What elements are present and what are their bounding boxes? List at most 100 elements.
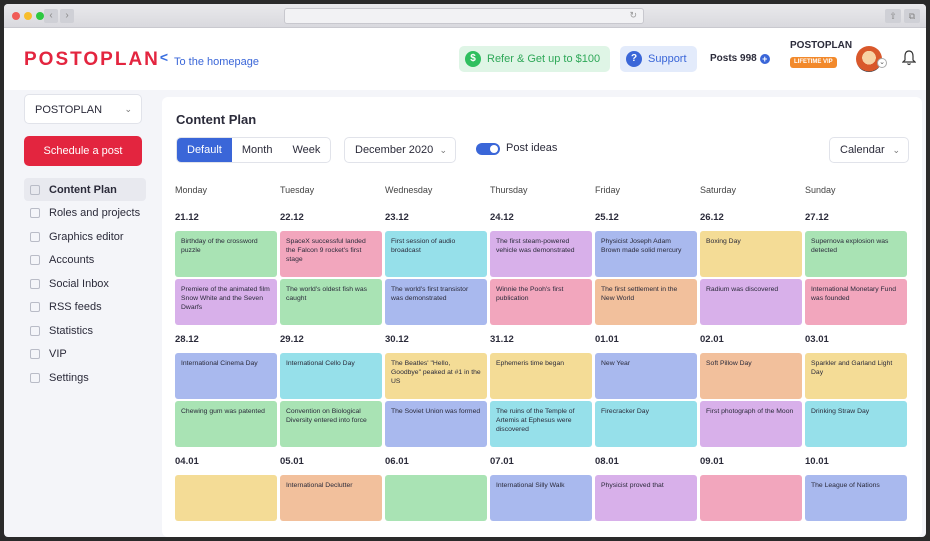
- post-idea-card[interactable]: International Cello Day: [280, 353, 382, 399]
- sidebar-item-social-inbox[interactable]: Social Inbox: [24, 272, 146, 295]
- post-idea-card[interactable]: Winnie the Pooh's first publication: [490, 279, 592, 325]
- post-idea-card[interactable]: The ruins of the Temple of Artemis at Ep…: [490, 401, 592, 447]
- sidebar-item-graphics-editor[interactable]: Graphics editor: [24, 225, 146, 248]
- weekday-label: Monday: [175, 185, 208, 195]
- post-idea-row: Chewing gum was patented Convention on Bi…: [175, 401, 910, 447]
- browser-toolbar: ‹ › ↻ ⇧ ⧉: [4, 4, 926, 28]
- date-label: 02.01: [700, 334, 724, 345]
- post-idea-card[interactable]: Sparkler and Garland Light Day: [805, 353, 907, 399]
- post-idea-card[interactable]: Convention on Biological Diversity enter…: [280, 401, 382, 447]
- post-idea-row: Premiere of the animated film Snow White…: [175, 279, 910, 325]
- date-label: 23.12: [385, 212, 409, 223]
- post-idea-card[interactable]: Firecracker Day: [595, 401, 697, 447]
- post-idea-card[interactable]: Supernova explosion was detected: [805, 231, 907, 277]
- post-idea-card[interactable]: International Monetary Fund was founded: [805, 279, 907, 325]
- tab-default[interactable]: Default: [177, 138, 232, 162]
- post-idea-card[interactable]: The Soviet Union was formed: [385, 401, 487, 447]
- tab-week[interactable]: Week: [282, 138, 330, 162]
- support-button[interactable]: ? Support: [620, 46, 697, 72]
- app-header: POSTOPLAN< To the homepage $ Refer & Get…: [4, 28, 926, 90]
- chevron-down-icon: ⌄: [892, 145, 900, 155]
- calendar-view-select[interactable]: Calendar ⌄: [829, 137, 909, 163]
- post-idea-card[interactable]: Radium was discovered: [700, 279, 802, 325]
- maximize-window-icon[interactable]: [36, 12, 44, 20]
- date-label: 24.12: [490, 212, 514, 223]
- tab-month[interactable]: Month: [232, 138, 283, 162]
- address-bar[interactable]: ↻: [284, 8, 644, 24]
- post-idea-card[interactable]: SpaceX successful landed the Falcon 9 ro…: [280, 231, 382, 277]
- post-idea-card[interactable]: The League of Nations: [805, 475, 907, 521]
- share-icon[interactable]: ⇧: [885, 9, 901, 23]
- date-label: 26.12: [700, 212, 724, 223]
- postoplan-logo[interactable]: POSTOPLAN<: [24, 49, 170, 71]
- post-idea-card[interactable]: International Silly Walk: [490, 475, 592, 521]
- schedule-post-button[interactable]: Schedule a post: [24, 136, 142, 166]
- post-idea-card[interactable]: [700, 475, 802, 521]
- post-idea-card[interactable]: [175, 475, 277, 521]
- refer-label: Refer & Get up to $100: [487, 53, 601, 65]
- weekday-label: Sunday: [805, 185, 836, 195]
- post-idea-card[interactable]: New Year: [595, 353, 697, 399]
- post-idea-card[interactable]: Soft Pillow Day: [700, 353, 802, 399]
- support-label: Support: [648, 53, 687, 65]
- post-idea-card[interactable]: International Declutter: [280, 475, 382, 521]
- workspace-select[interactable]: POSTOPLAN ⌄: [24, 94, 142, 124]
- post-ideas-toggle[interactable]: [476, 143, 500, 155]
- post-idea-card[interactable]: The first steam-powered vehicle was demo…: [490, 231, 592, 277]
- close-window-icon[interactable]: [12, 12, 20, 20]
- calendar-week: 21.12 22.12 23.12 24.12 25.12 26.12 27.12 Birth…: [175, 207, 910, 325]
- sidebar-item-rss-feeds[interactable]: RSS feeds: [24, 296, 146, 319]
- month-label: December 2020: [355, 144, 434, 156]
- post-idea-card[interactable]: [385, 475, 487, 521]
- date-label: 09.01: [700, 456, 724, 467]
- tabs-icon[interactable]: ⧉: [904, 9, 920, 23]
- posts-counter[interactable]: Posts 998 +: [710, 53, 770, 64]
- post-idea-card[interactable]: Physicist Joseph Adam Brown made solid m…: [595, 231, 697, 277]
- forward-icon[interactable]: ›: [60, 9, 74, 23]
- month-select[interactable]: December 2020 ⌄: [344, 137, 456, 163]
- sidebar-item-vip[interactable]: VIP: [24, 343, 146, 366]
- post-idea-card[interactable]: Physicist proved that: [595, 475, 697, 521]
- post-idea-card[interactable]: First photograph of the Moon: [700, 401, 802, 447]
- calendar-week: 28.12 29.12 30.12 31.12 01.01 02.01 03.01 Inter…: [175, 329, 910, 447]
- account-badge: LIFETIME VIP: [790, 57, 837, 68]
- bell-icon[interactable]: [902, 50, 916, 66]
- browser-actions: ⇧ ⧉: [885, 9, 920, 23]
- post-idea-card[interactable]: The world's oldest fish was caught: [280, 279, 382, 325]
- image-icon: [30, 231, 40, 242]
- post-idea-card[interactable]: The Beatles' "Hello, Goodbye" peaked at …: [385, 353, 487, 399]
- sidebar-item-label: VIP: [49, 348, 67, 360]
- sidebar-item-settings[interactable]: Settings: [24, 366, 146, 389]
- sidebar-item-roles-and-projects[interactable]: Roles and projects: [24, 202, 146, 225]
- sidebar-item-label: Statistics: [49, 324, 94, 337]
- minimize-window-icon[interactable]: [24, 12, 32, 20]
- post-idea-card[interactable]: First session of audio broadcast: [385, 231, 487, 277]
- post-ideas-label: Post ideas: [506, 142, 558, 154]
- post-idea-card[interactable]: Birthday of the crossword puzzle: [175, 231, 277, 277]
- post-idea-card[interactable]: The first settlement in the New World: [595, 279, 697, 325]
- post-idea-card[interactable]: Ephemeris time began: [490, 353, 592, 399]
- crown-icon: [30, 349, 40, 359]
- date-label: 01.01: [595, 334, 619, 345]
- sidebar-item-statistics[interactable]: Statistics: [24, 319, 146, 342]
- reload-icon[interactable]: ↻: [629, 10, 637, 21]
- back-icon[interactable]: ‹: [44, 9, 58, 23]
- date-label: 03.01: [805, 334, 829, 345]
- date-label: 08.01: [595, 456, 619, 467]
- homepage-link[interactable]: To the homepage: [174, 56, 259, 68]
- refer-button[interactable]: $ Refer & Get up to $100: [459, 46, 611, 72]
- calendar-icon: [30, 184, 40, 195]
- post-idea-card[interactable]: Chewing gum was patented: [175, 401, 277, 447]
- post-idea-card[interactable]: International Cinema Day: [175, 353, 277, 399]
- post-idea-card[interactable]: Premiere of the animated film Snow White…: [175, 279, 277, 325]
- sidebar-item-label: RSS feeds: [49, 301, 102, 313]
- question-icon: ?: [626, 51, 642, 67]
- chevron-down-icon[interactable]: ⌄: [877, 58, 887, 68]
- post-idea-card[interactable]: The world's first transistor was demonst…: [385, 279, 487, 325]
- account-name: POSTOPLAN: [790, 40, 853, 51]
- sidebar-item-content-plan[interactable]: Content Plan: [24, 178, 146, 201]
- post-idea-card[interactable]: Drinking Straw Day: [805, 401, 907, 447]
- post-idea-card[interactable]: Boxing Day: [700, 231, 802, 277]
- post-idea-row: International Cinema Day International Ce…: [175, 353, 910, 399]
- sidebar-item-accounts[interactable]: Accounts: [24, 249, 146, 272]
